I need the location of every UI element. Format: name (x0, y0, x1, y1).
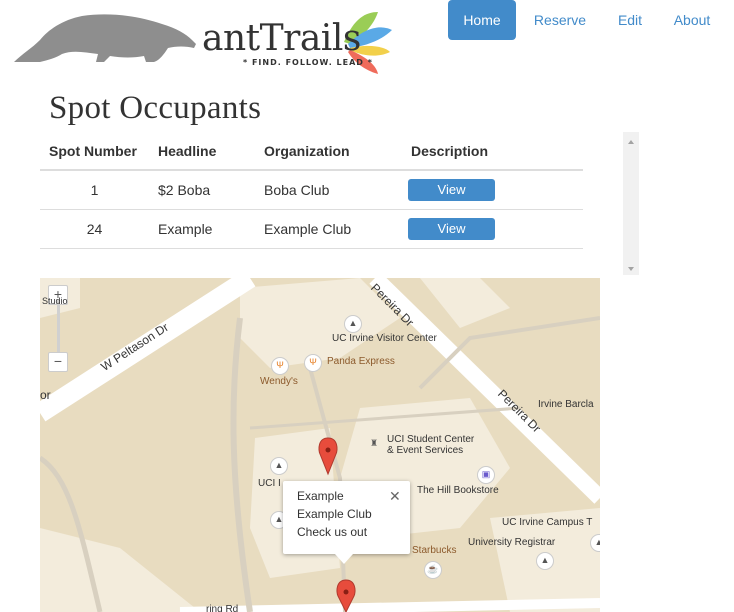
map-label-studio: Studio (42, 296, 68, 306)
fork-knife-icon[interactable]: Ψ (271, 357, 289, 375)
map-label-visitor-center: UC Irvine Visitor Center (332, 333, 437, 344)
nav-home[interactable]: Home (448, 0, 516, 40)
map-label-irvine-barclay: Irvine Barcla (538, 399, 594, 410)
scroll-up-icon[interactable] (628, 140, 634, 144)
info-organization: Example Club (297, 507, 372, 521)
brand-tagline: * FIND. FOLLOW. LEAD * (243, 58, 373, 67)
table-row: 24 Example Example Club View (40, 209, 583, 249)
map-label-student-center: UCI Student Center (387, 434, 475, 445)
info-description: Check us out (297, 525, 368, 539)
map-label-campus: UC Irvine Campus T (502, 517, 593, 528)
map-label-hill-bookstore: The Hill Bookstore (417, 485, 499, 496)
map-roads (40, 278, 600, 612)
nav-reserve[interactable]: Reserve (523, 0, 597, 40)
table-header-row: Spot Number Headline Organization Descri… (40, 132, 583, 171)
cell-headline: $2 Boba (149, 170, 255, 210)
map-label-ring-rd: ring Rd (206, 604, 239, 612)
nav-about[interactable]: About (666, 0, 718, 40)
scroll-down-icon[interactable] (628, 267, 634, 271)
zoom-slider[interactable] (57, 300, 60, 353)
col-description: Description (402, 132, 583, 171)
cell-organization: Example Club (255, 209, 402, 249)
map-info-window: Example Example Club Check us out ✕ (283, 481, 410, 564)
info-window-tail (335, 554, 353, 564)
map-label-registrar: University Registrar (468, 537, 556, 548)
nav-edit[interactable]: Edit (609, 0, 651, 40)
graduation-cap-icon[interactable]: ▲ (270, 457, 288, 475)
cell-spot: 1 (40, 170, 149, 210)
campus-map[interactable]: + − Studio W Peltason Dr Pereira Dr Pere… (40, 278, 600, 612)
table-row: 1 $2 Boba Boba Club View (40, 170, 583, 210)
map-label-wendys: Wendy's (260, 376, 298, 387)
col-organization: Organization (255, 132, 402, 171)
graduation-cap-icon[interactable]: ▲ (344, 315, 362, 333)
map-label-or: or (40, 388, 51, 402)
cell-headline: Example (149, 209, 255, 249)
col-headline: Headline (149, 132, 255, 171)
cell-organization: Boba Club (255, 170, 402, 210)
map-label-panda-express: Panda Express (327, 356, 395, 367)
view-button[interactable]: View (408, 179, 495, 201)
cell-description: View (402, 170, 583, 210)
map-label-event-services: & Event Services (387, 445, 464, 456)
map-label-uci-left: UCI I (258, 478, 281, 489)
table-scrollbar[interactable] (623, 132, 639, 275)
info-headline: Example (297, 489, 344, 503)
occupants-table: Spot Number Headline Organization Descri… (40, 132, 583, 249)
fork-knife-icon[interactable]: Ψ (304, 354, 322, 372)
brand-name: antTrails (202, 18, 361, 59)
close-icon[interactable]: ✕ (389, 488, 401, 505)
cell-spot: 24 (40, 209, 149, 249)
map-label-starbucks: Starbucks (412, 545, 457, 556)
view-button[interactable]: View (408, 218, 495, 240)
zoom-out-button[interactable]: − (48, 352, 68, 372)
shopping-bag-icon[interactable]: ▣ (477, 466, 495, 484)
col-spot-number: Spot Number (40, 132, 149, 171)
page-title: Spot Occupants (49, 90, 262, 126)
graduation-cap-icon[interactable]: ▲ (536, 552, 554, 570)
cell-description: View (402, 209, 583, 249)
coffee-cup-icon[interactable]: ☕ (424, 561, 442, 579)
landmark-icon[interactable]: ♜ (366, 436, 382, 452)
